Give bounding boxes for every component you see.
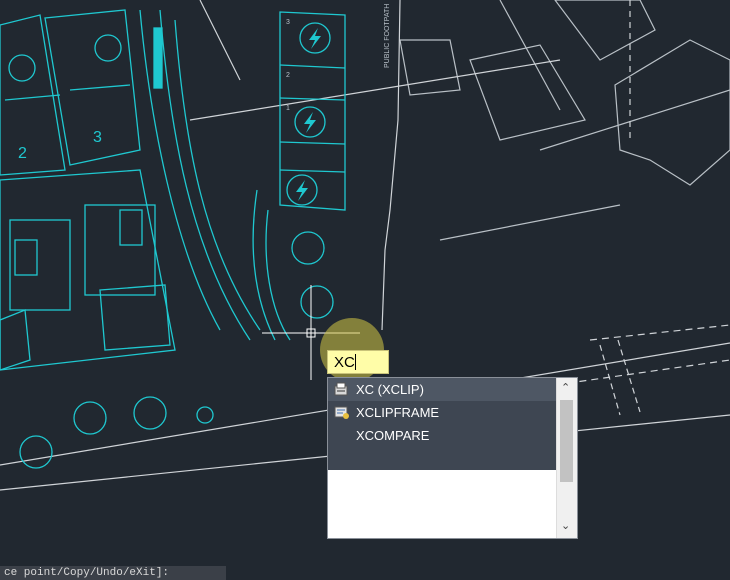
autocomplete-scrollbar[interactable]: ⌃ ⌄ bbox=[556, 378, 577, 538]
footpath-label: PUBLIC FOOTPATH bbox=[384, 4, 391, 68]
xclip-icon bbox=[334, 382, 348, 396]
building-outlines bbox=[399, 0, 730, 241]
unit-label-3: 3 bbox=[93, 129, 102, 146]
svg-text:2: 2 bbox=[286, 72, 290, 79]
unit-label-2: 2 bbox=[18, 145, 27, 162]
ev-charger-bays bbox=[252, 11, 346, 341]
scrollbar-thumb[interactable] bbox=[560, 400, 573, 482]
autocomplete-item-xclipframe[interactable]: XCLIPFRAME bbox=[328, 401, 557, 424]
autocomplete-dropdown[interactable]: XC (XCLIP) XCLIPFRAME XCOMPARE ⌃ ⌄ bbox=[327, 377, 578, 539]
autocomplete-label: XCLIPFRAME bbox=[356, 405, 440, 420]
tree-circles bbox=[8, 34, 334, 469]
autocomplete-label: XCOMPARE bbox=[356, 428, 430, 443]
xclipframe-icon bbox=[334, 406, 349, 419]
command-input[interactable]: XC bbox=[327, 350, 389, 374]
autocomplete-label: XC (XCLIP) bbox=[356, 382, 424, 397]
command-typed-text: XC bbox=[334, 354, 355, 371]
chevron-down-icon[interactable]: ⌄ bbox=[561, 520, 570, 532]
chevron-up-icon[interactable]: ⌃ bbox=[561, 382, 570, 394]
text-caret bbox=[354, 354, 356, 370]
svg-text:1: 1 bbox=[286, 105, 290, 112]
autocomplete-item-xclip[interactable]: XC (XCLIP) bbox=[328, 378, 557, 401]
house-plans bbox=[0, 9, 261, 371]
autocomplete-list: XC (XCLIP) XCLIPFRAME XCOMPARE bbox=[328, 378, 557, 470]
svg-text:3: 3 bbox=[286, 19, 290, 26]
autocomplete-item-xcompare[interactable]: XCOMPARE bbox=[328, 424, 557, 447]
command-line-prompt: ce point/Copy/Undo/eXit]: bbox=[0, 566, 226, 580]
